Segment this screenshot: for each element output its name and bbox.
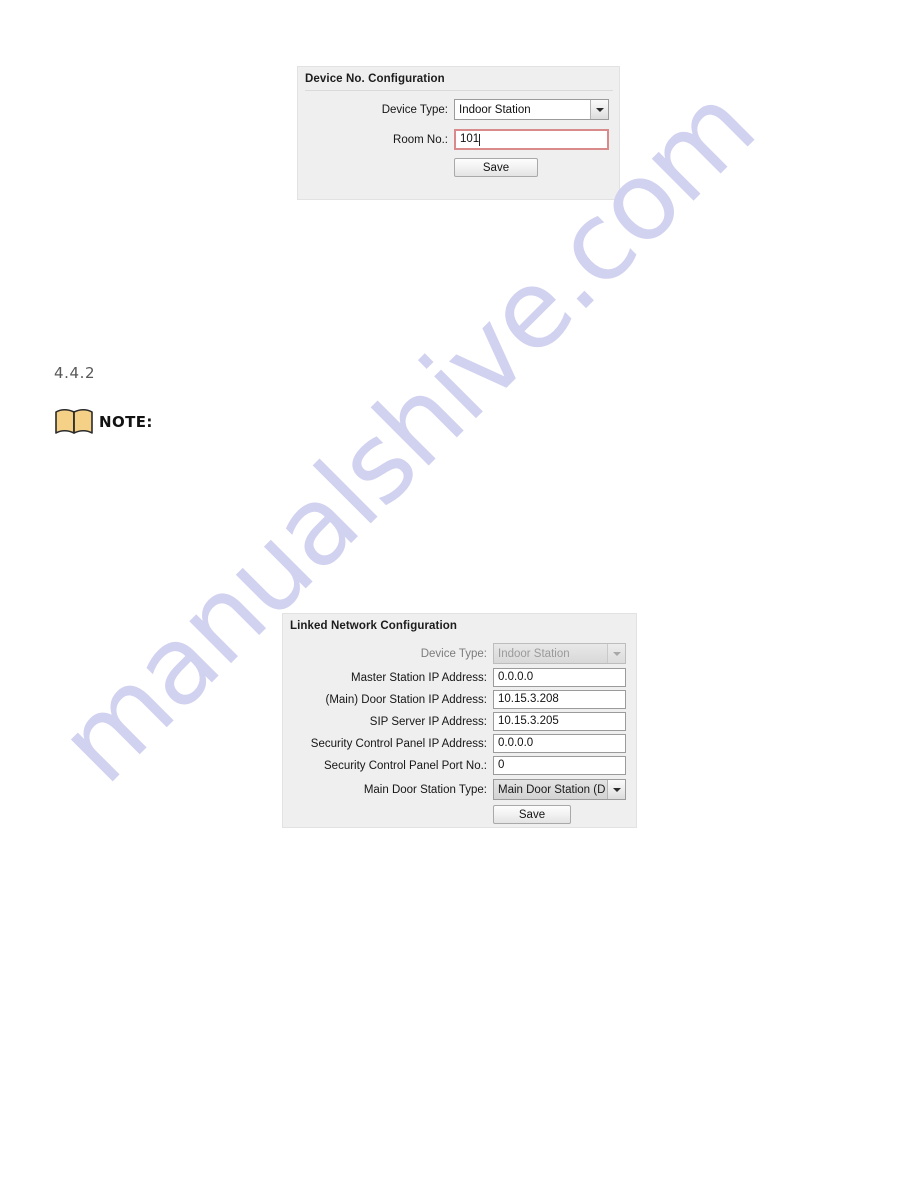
note-block: NOTE: — [54, 408, 153, 436]
device-no-save-button[interactable]: Save — [454, 158, 538, 177]
room-no-label: Room No.: — [393, 133, 448, 146]
security-control-panel-ip-value: 0.0.0.0 — [498, 737, 534, 749]
room-no-row: Room No.: 101 — [298, 129, 619, 150]
linked-device-type-select: Indoor Station — [493, 643, 626, 664]
chevron-down-icon-disabled — [607, 644, 625, 663]
note-label: NOTE: — [99, 413, 153, 431]
linked-network-configuration-panel: Linked Network Configuration Device Type… — [282, 613, 637, 828]
main-door-station-ip-label: (Main) Door Station IP Address: — [325, 693, 488, 706]
security-control-panel-port-input[interactable]: 0 — [493, 756, 626, 775]
linked-device-type-row: Device Type: Indoor Station — [283, 643, 636, 664]
chevron-down-glyph — [595, 107, 604, 112]
linked-network-save-row: Save — [283, 805, 636, 824]
sip-server-ip-label: SIP Server IP Address: — [369, 715, 487, 728]
linked-network-panel-title: Linked Network Configuration — [290, 620, 457, 632]
sip-server-ip-input[interactable]: 10.15.3.205 — [493, 712, 626, 731]
main-door-station-ip-value: 10.15.3.208 — [498, 693, 559, 705]
security-control-panel-port-value: 0 — [498, 759, 505, 771]
security-control-panel-port-row: Security Control Panel Port No.: 0 — [283, 756, 636, 775]
room-no-input[interactable]: 101 — [454, 129, 609, 150]
device-type-select-value: Indoor Station — [459, 103, 531, 116]
main-door-station-type-select-value: Main Door Station (D S... — [498, 783, 607, 796]
chevron-down-glyph — [612, 651, 621, 656]
device-type-row: Device Type: Indoor Station — [298, 99, 619, 120]
linked-device-type-label: Device Type: — [420, 647, 487, 660]
master-station-ip-input[interactable]: 0.0.0.0 — [493, 668, 626, 687]
linked-network-save-button[interactable]: Save — [493, 805, 571, 824]
room-no-input-value: 101 — [460, 133, 480, 145]
security-control-panel-ip-row: Security Control Panel IP Address: 0.0.0… — [283, 734, 636, 753]
linked-network-panel-body: Device Type: Indoor Station Master Stati… — [283, 637, 636, 824]
text-caret — [479, 133, 481, 146]
device-type-select[interactable]: Indoor Station — [454, 99, 609, 120]
security-control-panel-port-label: Security Control Panel Port No.: — [324, 759, 487, 772]
sip-server-ip-value: 10.15.3.205 — [498, 715, 559, 727]
device-no-save-row: Save — [298, 158, 619, 177]
main-door-station-ip-row: (Main) Door Station IP Address: 10.15.3.… — [283, 690, 636, 709]
device-no-panel-body: Device Type: Indoor Station Room No.: 10… — [298, 91, 619, 177]
sip-server-ip-row: SIP Server IP Address: 10.15.3.205 — [283, 712, 636, 731]
linked-device-type-select-value: Indoor Station — [498, 647, 570, 660]
device-type-label: Device Type: — [381, 103, 448, 116]
chevron-down-icon[interactable] — [607, 780, 625, 799]
chevron-down-glyph — [612, 787, 621, 792]
section-number-heading: 4.4.2 — [54, 364, 96, 382]
security-control-panel-ip-input[interactable]: 0.0.0.0 — [493, 734, 626, 753]
device-no-panel-title: Device No. Configuration — [305, 73, 445, 85]
main-door-station-type-label: Main Door Station Type: — [363, 783, 487, 796]
master-station-ip-value: 0.0.0.0 — [498, 671, 534, 683]
device-type-control-wrap: Indoor Station — [454, 99, 609, 120]
chevron-down-icon[interactable] — [590, 100, 608, 119]
device-no-configuration-panel: Device No. Configuration Device Type: In… — [297, 66, 620, 200]
room-no-control-wrap: 101 — [454, 129, 609, 150]
security-control-panel-ip-label: Security Control Panel IP Address: — [310, 737, 487, 750]
master-station-ip-row: Master Station IP Address: 0.0.0.0 — [283, 668, 636, 687]
main-door-station-ip-input[interactable]: 10.15.3.208 — [493, 690, 626, 709]
main-door-station-type-select[interactable]: Main Door Station (D S... — [493, 779, 626, 800]
master-station-ip-label: Master Station IP Address: — [351, 671, 487, 684]
open-book-icon — [55, 408, 93, 434]
main-door-station-type-row: Main Door Station Type: Main Door Statio… — [283, 779, 636, 800]
